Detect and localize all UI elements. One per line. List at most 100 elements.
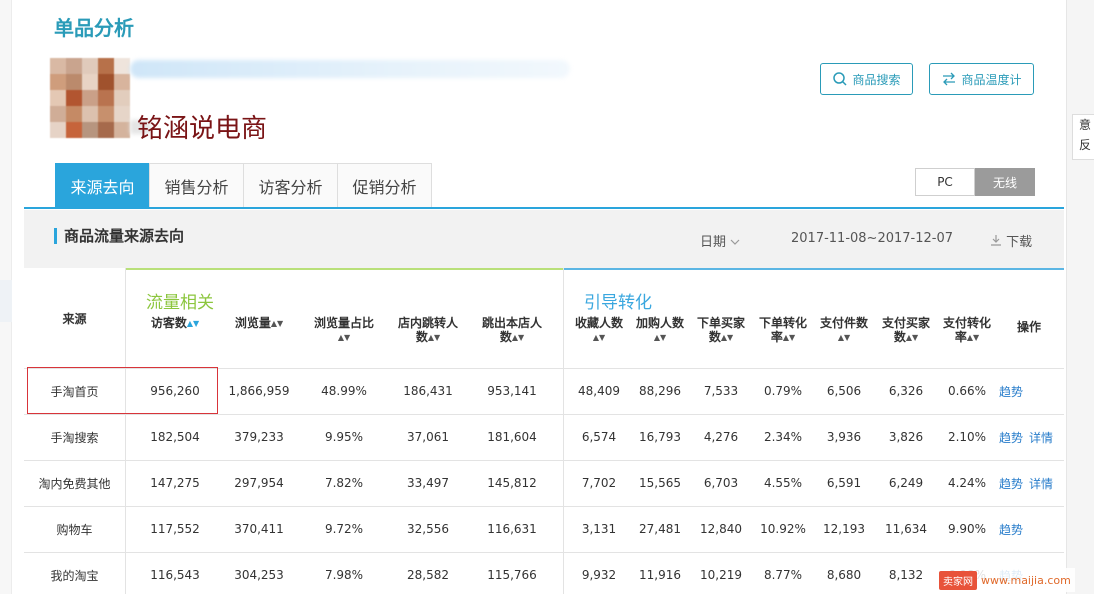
page-title: 单品分析 [54, 16, 134, 40]
column-header[interactable]: 支付买家 数▲▼ [876, 316, 936, 345]
sort-icon[interactable]: ▲▼ [838, 331, 850, 345]
sort-icon[interactable]: ▲▼ [906, 331, 918, 345]
site-watermark: 卖家网 www.maijia.com [935, 568, 1075, 592]
conversion-group-title: 引导转化 [584, 293, 652, 313]
source-column-header: 来源 [62, 311, 87, 326]
column-header-label: 下单买家 [696, 316, 745, 330]
table-cell: 147,275 [150, 476, 200, 490]
sort-icon[interactable]: ▲▼ [783, 331, 795, 345]
table-cell: 145,812 [487, 476, 537, 490]
column-header-label: 下单转化 [758, 316, 807, 330]
column-header[interactable]: 加购人数 ▲▼ [630, 316, 690, 345]
sort-icon[interactable]: ▲▼ [967, 331, 979, 345]
feedback-line-2: 反 [1079, 138, 1092, 152]
tab-source[interactable]: 来源去向 [55, 163, 150, 208]
trend-link[interactable]: 趋势 [999, 429, 1023, 446]
feedback-tab[interactable]: 意 反 [1072, 114, 1094, 160]
table-cell: 7.98% [324, 568, 364, 582]
column-header-label: 跳出本店人 [481, 316, 542, 330]
column-header-label: 支付转化 [942, 316, 991, 330]
analysis-tabs: 来源去向 销售分析 访客分析 促销分析 [55, 163, 432, 208]
detail-link[interactable]: 详情 [1029, 429, 1053, 446]
device-pc-button[interactable]: PC [915, 168, 975, 196]
sort-icon[interactable]: ▲▼ [654, 331, 666, 345]
tab-visitors[interactable]: 访客分析 [243, 163, 338, 208]
column-header[interactable]: 下单买家 数▲▼ [691, 316, 751, 345]
table-cell: 37,061 [407, 430, 449, 444]
product-image-blurred [50, 58, 130, 138]
column-header-label-line2: 数 [415, 330, 428, 344]
column-header-label-line2: 数 [499, 330, 512, 344]
tab-sales[interactable]: 销售分析 [149, 163, 244, 208]
table-cell: 953,141 [487, 384, 537, 398]
source-cell: 淘内免费其他 [38, 476, 111, 491]
column-header-label-line2: 数 [708, 330, 721, 344]
column-header[interactable]: 支付转化 率▲▼ [937, 316, 997, 345]
trend-link[interactable]: 趋势 [999, 383, 1023, 400]
table-cell: 370,411 [234, 522, 284, 536]
table-cell: 9.90% [947, 522, 987, 536]
table-cell: 9.72% [324, 522, 364, 536]
sort-icon[interactable]: ▲▼ [428, 331, 440, 345]
download-button[interactable]: 下载 [990, 231, 1032, 250]
sort-icon[interactable]: ▲▼ [512, 331, 524, 345]
right-scroll-edge [1066, 0, 1094, 594]
date-range: 2017-11-08~2017-12-07 [791, 231, 953, 246]
table-row: 淘内免费其他 147,275 297,954 7.82% 33,497 145,812 7,… [24, 460, 1064, 506]
device-wireless-button[interactable]: 无线 [975, 168, 1035, 196]
column-header[interactable]: 浏览量▲▼ [224, 316, 294, 331]
sort-icon[interactable]: ▲▼ [338, 331, 350, 345]
column-separator [125, 268, 126, 594]
tab-promotion[interactable]: 促销分析 [337, 163, 432, 208]
column-header[interactable]: 收藏人数 ▲▼ [569, 316, 629, 345]
table-cell: 116,631 [487, 522, 537, 536]
column-header-label: 支付买家 [881, 316, 930, 330]
sort-icon[interactable]: ▲▼ [593, 331, 605, 345]
site-watermark-url: www.maijia.com [981, 573, 1071, 587]
table-cell: 304,253 [234, 568, 284, 582]
product-temperature-button[interactable]: 商品温度计 [929, 63, 1034, 95]
product-search-button[interactable]: 商品搜索 [820, 63, 913, 95]
section-header: 商品流量来源去向 日期 2017-11-08~2017-12-07 下载 [24, 210, 1064, 268]
highlight-box [27, 367, 218, 414]
date-dropdown[interactable]: 日期 [700, 231, 740, 250]
column-header[interactable]: 支付件数 ▲▼ [814, 316, 874, 345]
table-cell: 1,866,959 [228, 384, 290, 398]
source-cell: 手淘搜索 [50, 430, 99, 445]
product-search-label: 商品搜索 [852, 72, 901, 87]
search-icon [833, 72, 848, 86]
watermark-text: 铭涵说电商 [137, 114, 268, 144]
column-header[interactable]: 下单转化 率▲▼ [753, 316, 813, 345]
column-header[interactable]: 跳出本店人 数▲▼ [472, 316, 552, 345]
download-label: 下载 [1006, 235, 1033, 250]
column-separator [563, 268, 564, 594]
column-header-label-line2: 率 [954, 330, 967, 344]
date-label: 日期 [700, 235, 727, 250]
table-cell: 48.99% [321, 384, 367, 398]
table-cell: 9.95% [324, 430, 364, 444]
site-watermark-logo: 卖家网 [939, 570, 977, 590]
left-sidebar-edge [0, 0, 12, 594]
sidebar-active-marker [0, 280, 12, 322]
table-cell: 28,582 [407, 568, 449, 582]
column-header-label: 浏览量 [234, 316, 271, 330]
table-cell: 0.66% [947, 384, 987, 398]
sort-icon[interactable]: ▲▼ [271, 317, 283, 331]
trend-link[interactable]: 趋势 [999, 475, 1023, 492]
column-header-label: 支付件数 [819, 316, 868, 330]
column-header[interactable]: 浏览量占比 ▲▼ [304, 316, 384, 345]
sort-icon[interactable]: ▲▼ [721, 331, 733, 345]
product-temperature-label: 商品温度计 [961, 72, 1022, 87]
column-header-label: 浏览量占比 [313, 316, 374, 330]
table-cell: 182,504 [150, 430, 200, 444]
trend-link[interactable]: 趋势 [999, 521, 1023, 538]
table-cell: 33,497 [407, 476, 449, 490]
table-cell: 2.10% [947, 430, 987, 444]
column-header[interactable]: 店内跳转人 数▲▼ [388, 316, 468, 345]
column-header-label-line2: 率 [770, 330, 783, 344]
table-cell: 32,556 [407, 522, 449, 536]
table-cell: 7.82% [324, 476, 364, 490]
detail-link[interactable]: 详情 [1029, 475, 1053, 492]
column-header[interactable]: 访客数▲▼ [140, 316, 210, 331]
sort-icon[interactable]: ▲▼ [187, 317, 199, 331]
